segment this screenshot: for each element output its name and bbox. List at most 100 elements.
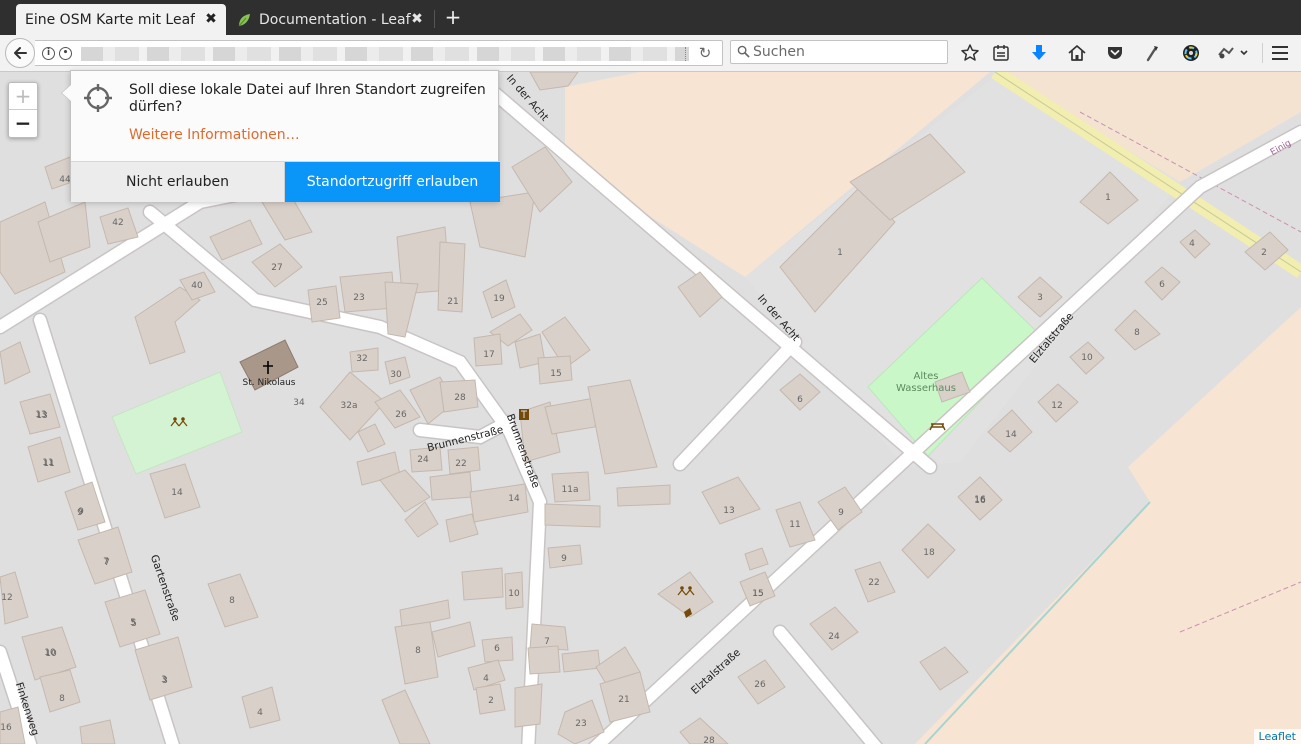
house-number: 32a <box>341 401 358 411</box>
back-button[interactable] <box>5 38 35 68</box>
leaflet-leaf-icon <box>238 13 250 26</box>
house-number: 30 <box>390 370 402 380</box>
house-number: 26 <box>395 410 407 420</box>
house-number: 8 <box>1134 328 1140 338</box>
house-number: 3 <box>1037 293 1043 303</box>
house-number: 4 <box>1189 239 1195 249</box>
house-number: 6 <box>494 644 500 654</box>
zoom-out-button[interactable]: − <box>9 110 37 137</box>
tab-separator <box>434 10 435 28</box>
house-number: 11a <box>562 485 579 495</box>
house-number: 23 <box>575 719 586 729</box>
geolocation-crosshair-icon <box>84 84 112 112</box>
house-number: 13 <box>723 506 734 516</box>
house-number: 7 <box>544 637 550 647</box>
house-number: 3 <box>162 676 168 686</box>
house-number: 26 <box>754 680 766 690</box>
browser-window: Eine OSM Karte mit Leafle ✖ Documentatio… <box>0 0 1301 744</box>
house-number: 40 <box>191 281 203 291</box>
house-number: 14 <box>508 494 520 504</box>
house-number: 16 <box>974 496 986 506</box>
download-icon[interactable] <box>1029 43 1049 63</box>
leaflet-attribution-link[interactable]: Leaflet <box>1253 729 1301 744</box>
house-number: 28 <box>454 393 466 403</box>
house-number: 17 <box>483 350 494 360</box>
zoom-control: + − <box>8 82 38 138</box>
poi-st-nikolaus: St. Nikolaus <box>242 378 295 388</box>
house-number: 6 <box>1159 280 1165 290</box>
tab-close-icon[interactable]: ✖ <box>204 11 218 27</box>
more-info-link[interactable]: Weitere Informationen… <box>129 127 300 143</box>
zoom-in-button[interactable]: + <box>9 83 37 110</box>
house-number: 24 <box>828 632 840 642</box>
reload-icon[interactable]: ↻ <box>696 45 714 63</box>
bookmark-star-icon[interactable] <box>960 43 980 63</box>
house-number: 9 <box>78 507 84 517</box>
house-number: 19 <box>493 294 505 304</box>
house-number: 8 <box>59 694 65 704</box>
house-number: 34 <box>293 398 305 408</box>
reading-list-icon[interactable] <box>991 43 1011 63</box>
geolocation-permission-panel: Soll diese lokale Datei auf Ihren Stando… <box>61 70 500 202</box>
house-number: 12 <box>1 593 12 603</box>
house-number: 10 <box>45 649 57 659</box>
search-input[interactable] <box>753 43 943 61</box>
house-number: 11 <box>43 459 54 469</box>
house-number: 15 <box>550 369 561 379</box>
house-number: 16 <box>0 723 12 733</box>
deny-button[interactable]: Nicht erlauben <box>71 162 285 202</box>
back-arrow-icon <box>14 47 27 59</box>
tab-title: Documentation - Leafl <box>259 11 411 28</box>
search-bar[interactable] <box>730 40 948 64</box>
tab-bar: Eine OSM Karte mit Leafle ✖ Documentatio… <box>0 0 1301 35</box>
tab-title: Eine OSM Karte mit Leafle <box>25 11 195 28</box>
house-number: 1 <box>1105 193 1111 203</box>
poi-wasserhaus: Wasserhaus <box>896 383 956 394</box>
home-icon[interactable] <box>1067 43 1087 63</box>
house-number: 4 <box>257 708 263 718</box>
house-number: 6 <box>797 395 803 405</box>
house-number: 7 <box>104 558 110 568</box>
house-number: 18 <box>923 548 935 558</box>
allow-location-button[interactable]: Standortzugriff erlauben <box>285 162 500 202</box>
house-number: 22 <box>455 459 466 469</box>
tab-osm-map[interactable]: Eine OSM Karte mit Leafle ✖ <box>16 4 226 35</box>
house-number: 42 <box>112 218 123 228</box>
house-number: 24 <box>417 455 429 465</box>
toolbar-separator <box>1262 43 1263 63</box>
house-number: 22 <box>868 578 879 588</box>
panel-arrow <box>62 85 71 101</box>
house-number: 2 <box>488 696 494 706</box>
color-wheel-icon[interactable] <box>1181 43 1201 63</box>
house-number: 25 <box>316 298 327 308</box>
search-icon <box>737 45 750 58</box>
permission-buttons: Nicht erlauben Standortzugriff erlauben <box>71 161 500 202</box>
url-text-redacted <box>81 47 689 61</box>
poi-altes: Altes <box>914 371 939 382</box>
navigation-toolbar: i • ↻ <box>0 35 1301 72</box>
house-number: 8 <box>415 646 421 656</box>
tab-close-icon[interactable]: ✖ <box>410 11 424 27</box>
house-number: 21 <box>618 695 629 705</box>
house-number: 1 <box>837 248 843 258</box>
url-divider <box>685 47 686 61</box>
permission-icon[interactable]: • <box>59 47 72 60</box>
house-number: 21 <box>447 297 458 307</box>
house-number: 13 <box>36 411 47 421</box>
house-number: 23 <box>353 293 364 303</box>
tab-documentation[interactable]: Documentation - Leafl ✖ <box>228 4 434 35</box>
house-number: 27 <box>271 263 282 273</box>
info-icon[interactable]: i <box>42 47 55 60</box>
house-number: 5 <box>131 619 137 629</box>
house-number: 28 <box>703 736 715 744</box>
new-tab-button[interactable]: + <box>441 6 465 30</box>
pocket-icon[interactable] <box>1105 43 1125 63</box>
house-number: 14 <box>171 488 183 498</box>
extension-icon[interactable] <box>1143 43 1163 63</box>
house-number: 9 <box>561 554 567 564</box>
hamburger-menu-icon[interactable] <box>1270 43 1290 63</box>
addon-icon[interactable] <box>1216 43 1248 63</box>
house-number: 11 <box>789 520 800 530</box>
house-number: 12 <box>1051 401 1062 411</box>
url-bar[interactable]: i • ↻ <box>35 40 723 66</box>
